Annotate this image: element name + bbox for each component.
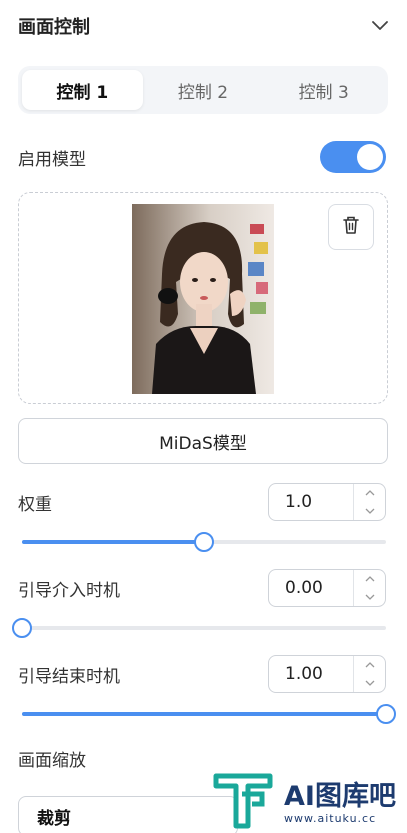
panel-title: 画面控制 (18, 17, 90, 38)
guidance-end-value[interactable]: 1.00 (269, 656, 353, 692)
resize-mode-select[interactable]: 裁剪 (18, 796, 238, 833)
tab-control-2[interactable]: 控制 2 (143, 70, 264, 110)
weight-value[interactable]: 1.0 (269, 484, 353, 520)
guidance-end-slider[interactable] (22, 702, 396, 726)
trash-icon (342, 215, 360, 239)
tab-control-1[interactable]: 控制 1 (22, 70, 143, 110)
guidance-start-slider[interactable] (12, 616, 386, 640)
control-tabs: 控制 1 控制 2 控制 3 (18, 66, 388, 114)
enable-model-toggle[interactable] (320, 141, 386, 173)
model-select-button[interactable]: MiDaS模型 (18, 418, 388, 464)
uploaded-image-preview (132, 204, 274, 394)
guidance-start-value[interactable]: 0.00 (269, 570, 353, 606)
decrement-icon[interactable] (354, 588, 385, 606)
weight-slider[interactable] (22, 530, 386, 554)
guidance-start-label: 引导介入时机 (18, 581, 120, 601)
increment-icon[interactable] (354, 656, 385, 674)
increment-icon[interactable] (354, 484, 385, 502)
slider-thumb[interactable] (376, 704, 396, 724)
decrement-icon[interactable] (354, 674, 385, 692)
toggle-knob (357, 144, 383, 170)
increment-icon[interactable] (354, 570, 385, 588)
watermark-text: AI图库吧 (284, 781, 396, 812)
delete-image-button[interactable] (328, 204, 374, 250)
weight-stepper[interactable]: 1.0 (268, 483, 386, 521)
slider-track (22, 626, 386, 630)
slider-thumb[interactable] (194, 532, 214, 552)
decrement-icon[interactable] (354, 502, 385, 520)
tab-control-3[interactable]: 控制 3 (263, 70, 384, 110)
guidance-start-stepper[interactable]: 0.00 (268, 569, 386, 607)
slider-fill (22, 712, 386, 716)
resize-mode-label: 画面缩放 (18, 751, 86, 771)
enable-model-label: 启用模型 (18, 150, 86, 170)
weight-label: 权重 (18, 495, 52, 515)
panel-header[interactable]: 画面控制 (18, 12, 390, 40)
chevron-down-icon[interactable] (370, 16, 390, 36)
guidance-end-stepper[interactable]: 1.00 (268, 655, 386, 693)
watermark-logo: AI图库吧 www.aituku.cc (212, 770, 407, 833)
slider-thumb[interactable] (12, 618, 32, 638)
watermark-url: www.aituku.cc (284, 812, 377, 825)
guidance-end-label: 引导结束时机 (18, 667, 120, 687)
slider-fill (22, 540, 204, 544)
